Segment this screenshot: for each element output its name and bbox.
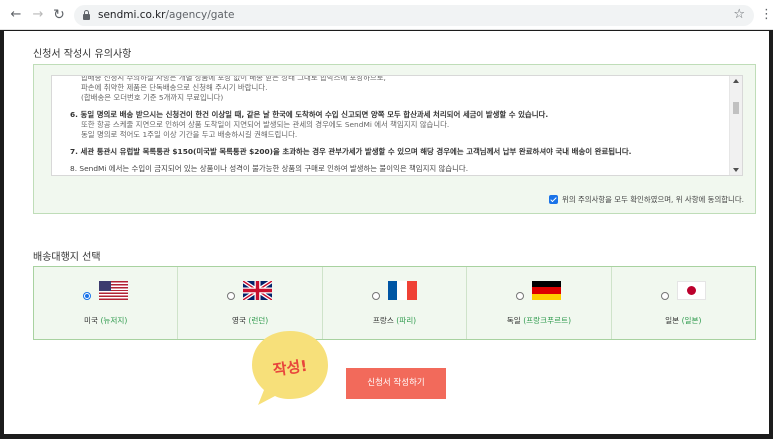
reload-icon[interactable]: ↻ xyxy=(52,8,66,22)
star-icon[interactable]: ☆ xyxy=(733,7,745,22)
agency-country: 일본 xyxy=(665,316,680,325)
agency-city: (뉴저지) xyxy=(100,316,128,325)
agency-country: 미국 xyxy=(84,316,99,325)
agree-row[interactable]: 위의 주의사항을 모두 확인하였으며, 위 사항에 동의합니다. xyxy=(549,193,744,205)
notes-section-title: 신청서 작성시 유의사항 xyxy=(33,49,132,60)
url-text[interactable]: sendmi.co.kr/agency/gate xyxy=(98,9,234,21)
more-menu-icon[interactable]: ⋮ xyxy=(760,7,773,23)
lock-icon[interactable] xyxy=(83,10,90,20)
note-line: 합배송 신청시 주의하실 사항은 개별 상품에 포장 없이 배송 받은 상태 그… xyxy=(81,75,386,82)
agency-city: (일본) xyxy=(681,316,702,325)
arrow-left-icon[interactable]: ← xyxy=(9,8,23,22)
agency-section-title: 배송대행지 선택 xyxy=(33,252,101,263)
browser-toolbar: ← → ↻ sendmi.co.kr/agency/gate ☆ ⋮ xyxy=(0,0,773,30)
agency-country: 프랑스 xyxy=(372,316,394,325)
agency-country: 독일 xyxy=(506,316,521,325)
agency-selector: 미국 (뉴저지) 영국 (런던) 프랑스 (파리) 독일 (프랑크푸르트) 일본… xyxy=(33,266,756,340)
note-line: 동일 명의로 적어도 1주일 이상 기간을 두고 배송하시길 권해드립니다. xyxy=(81,130,298,139)
note-item-8: 8. SendMi 에서는 수입이 금지되어 있는 상품이나 성격이 불가능한 … xyxy=(70,164,469,173)
scroll-up-icon[interactable] xyxy=(733,79,739,83)
agency-country: 영국 xyxy=(231,316,246,325)
agree-checkbox[interactable] xyxy=(549,194,559,204)
note-item-6: 6. 동일 명의로 배송 받으시는 신청건이 한건 이상일 때, 같은 날 한국… xyxy=(70,110,549,119)
notes-scroll-box[interactable]: 합배송 신청시 주의하실 사항은 개별 상품에 포장 없이 배송 받은 상태 그… xyxy=(51,75,743,176)
agency-radio-uk[interactable] xyxy=(227,292,236,300)
agency-label-uk[interactable]: 영국 (런던) xyxy=(178,315,321,326)
agency-option-germany[interactable]: 독일 (프랑크푸르트) xyxy=(467,267,612,339)
url-host: sendmi.co.kr xyxy=(98,9,166,21)
callout-bubble: 작성! xyxy=(252,331,328,405)
note-line: 파손에 취약한 제품은 단독배송으로 신청해 주시기 바랍니다. xyxy=(81,83,268,92)
agency-label-japan[interactable]: 일본 (일본) xyxy=(612,315,755,326)
germany-flag-icon[interactable] xyxy=(532,281,562,300)
url-path: /agency/gate xyxy=(165,9,235,21)
agency-city: (런던) xyxy=(248,316,269,325)
agency-option-usa[interactable]: 미국 (뉴저지) xyxy=(34,267,179,339)
note-line: (합배송은 오더번호 기준 5개까지 무료입니다) xyxy=(81,93,224,102)
agency-radio-france[interactable] xyxy=(371,292,380,300)
agency-radio-usa[interactable] xyxy=(83,292,91,300)
note-item-7: 7. 세관 통관시 유럽발 목록통관 $150(미국발 목록통관 $200)을 … xyxy=(70,147,632,156)
uk-flag-icon[interactable] xyxy=(243,281,273,300)
address-bar[interactable]: sendmi.co.kr/agency/gate ☆ xyxy=(74,5,754,26)
agency-option-france[interactable]: 프랑스 (파리) xyxy=(323,267,468,339)
notes-panel: 합배송 신청시 주의하실 사항은 개별 상품에 포장 없이 배송 받은 상태 그… xyxy=(33,64,756,214)
page-content: 신청서 작성시 유의사항 합배송 신청시 주의하실 사항은 개별 상품에 포장 … xyxy=(4,31,769,434)
japan-flag-icon[interactable] xyxy=(676,281,706,300)
agency-label-usa[interactable]: 미국 (뉴저지) xyxy=(34,315,177,326)
note-line: 또한 항공 스케줄 지연으로 인하여 상품 도착일이 지연되어 발생되는 관세의… xyxy=(81,120,450,129)
agency-radio-japan[interactable] xyxy=(660,292,669,300)
agency-city: (파리) xyxy=(396,316,417,325)
submit-application-button[interactable]: 신청서 작성하기 xyxy=(346,368,446,399)
scroll-down-icon[interactable] xyxy=(733,168,739,172)
us-flag-icon[interactable] xyxy=(99,281,128,300)
agency-option-japan[interactable]: 일본 (일본) xyxy=(612,267,755,339)
notes-scrollbar[interactable] xyxy=(729,76,742,175)
arrow-right-icon[interactable]: → xyxy=(31,8,45,22)
notes-content: 합배송 신청시 주의하실 사항은 개별 상품에 포장 없이 배송 받은 상태 그… xyxy=(52,75,728,174)
france-flag-icon[interactable] xyxy=(387,281,417,300)
agency-label-france[interactable]: 프랑스 (파리) xyxy=(323,315,466,326)
agree-label[interactable]: 위의 주의사항을 모두 확인하였으며, 위 사항에 동의합니다. xyxy=(562,194,744,205)
agency-radio-germany[interactable] xyxy=(516,292,525,300)
scroll-thumb[interactable] xyxy=(733,102,739,114)
agency-label-germany[interactable]: 독일 (프랑크푸르트) xyxy=(467,315,610,326)
agency-city: (프랑크푸르트) xyxy=(523,316,572,325)
